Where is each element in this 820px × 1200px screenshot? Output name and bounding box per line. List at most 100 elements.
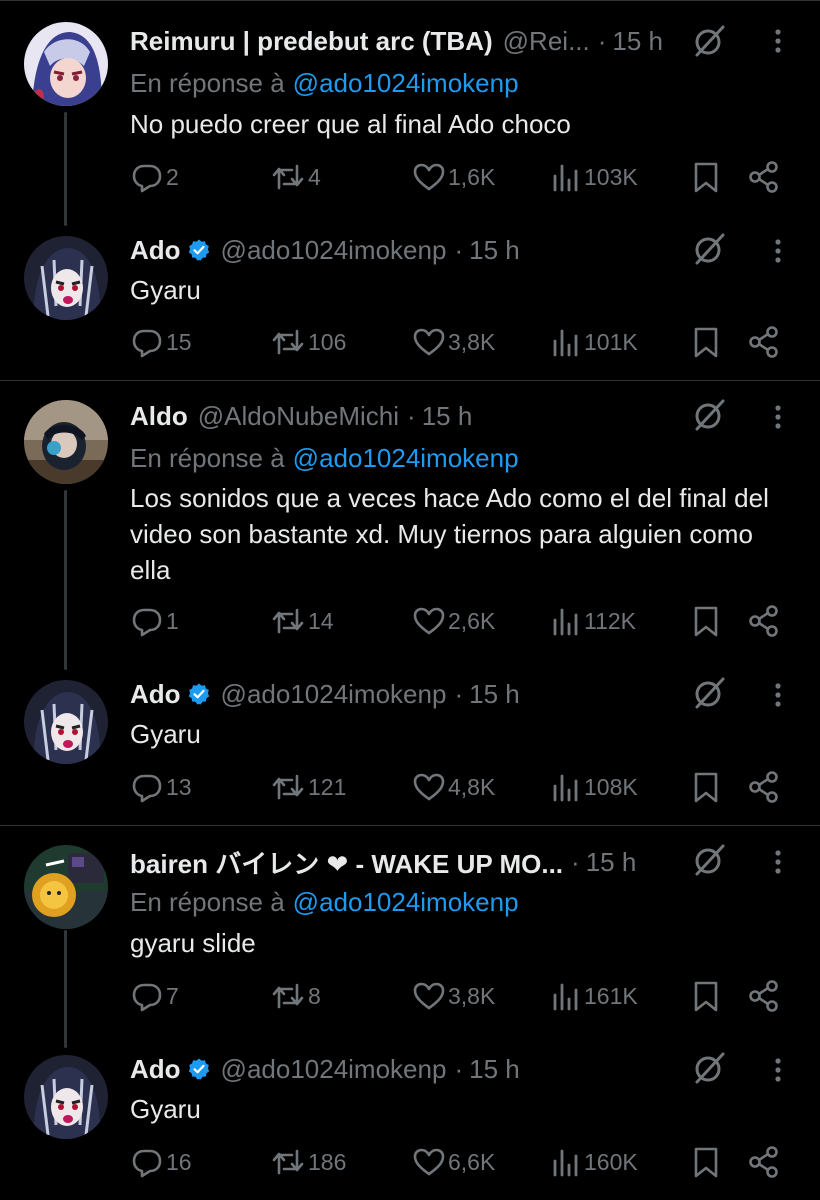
share-button[interactable] (748, 769, 780, 805)
user-handle[interactable]: @Rei... (503, 26, 590, 57)
more-vertical-icon[interactable] (766, 24, 790, 58)
replying-prefix: En réponse à (130, 443, 285, 473)
reply-mention-link[interactable]: @ado1024imokenp (293, 443, 519, 473)
tweet-header: Ado @ado1024imokenp · 15 h (130, 233, 700, 267)
like-button[interactable]: 6,6K (412, 1144, 495, 1180)
verified-badge-icon (188, 683, 209, 705)
grok-icon[interactable] (692, 398, 726, 432)
views-button[interactable]: 103K (550, 159, 638, 195)
timestamp[interactable]: 15 h (469, 1054, 520, 1085)
retweet-button[interactable]: 14 (270, 603, 334, 639)
like-count: 3,8K (448, 982, 496, 1009)
reply-mention-link[interactable]: @ado1024imokenp (293, 68, 519, 98)
more-vertical-icon[interactable] (766, 845, 790, 879)
retweet-arrows-icon (272, 608, 304, 634)
reply-count: 13 (166, 773, 192, 800)
grok-icon[interactable] (692, 24, 726, 58)
display-name[interactable]: Aldo (130, 401, 188, 432)
bookmark-button[interactable] (690, 159, 722, 195)
grok-icon[interactable] (692, 676, 726, 710)
timestamp[interactable]: 15 h (612, 26, 663, 57)
user-handle[interactable]: @ado1024imokenp (221, 679, 447, 710)
like-button[interactable]: 1,6K (412, 159, 495, 195)
views-button[interactable]: 160K (550, 1144, 638, 1180)
views-button[interactable]: 108K (550, 769, 638, 805)
avatar[interactable] (24, 845, 108, 929)
reply-button[interactable]: 7 (130, 978, 179, 1014)
more-vertical-icon[interactable] (766, 678, 790, 712)
bookmark-button[interactable] (690, 769, 722, 805)
share-button[interactable] (748, 603, 780, 639)
display-name[interactable]: Ado (130, 679, 181, 710)
retweet-button[interactable]: 4 (270, 159, 321, 195)
avatar[interactable] (24, 400, 108, 484)
views-count: 101K (584, 328, 638, 355)
user-handle[interactable]: @AldoNubeMichi (198, 401, 399, 432)
views-button[interactable]: 101K (550, 324, 638, 360)
views-button[interactable]: 161K (550, 978, 638, 1014)
reply-button[interactable]: 16 (130, 1144, 192, 1180)
bookmark-icon (694, 162, 718, 193)
share-icon (749, 980, 778, 1012)
bookmark-icon (694, 981, 718, 1012)
timestamp[interactable]: 15 h (422, 401, 473, 432)
user-handle[interactable]: @ado1024imokenp (221, 235, 447, 266)
avatar[interactable] (24, 22, 108, 106)
bookmark-button[interactable] (690, 978, 722, 1014)
retweet-button[interactable]: 186 (270, 1144, 346, 1180)
retweet-button[interactable]: 106 (270, 324, 346, 360)
avatar[interactable] (24, 1055, 108, 1139)
retweet-button[interactable]: 8 (270, 978, 321, 1014)
share-button[interactable] (748, 159, 780, 195)
tweet-actions: 1 14 2,6K 112K (130, 603, 790, 639)
verified-badge-icon (188, 239, 209, 261)
more-vertical-icon[interactable] (766, 234, 790, 268)
bookmark-button[interactable] (690, 603, 722, 639)
tweet-header: bairen バイレン ❤︎ - WAKE UP MO... · 15 h (130, 845, 700, 879)
grok-icon[interactable] (692, 1051, 726, 1085)
share-button[interactable] (748, 1144, 780, 1180)
heart-icon (413, 328, 445, 356)
display-name[interactable]: Ado (130, 235, 181, 266)
timestamp[interactable]: 15 h (469, 235, 520, 266)
timestamp[interactable]: 15 h (469, 679, 520, 710)
timestamp[interactable]: 15 h (586, 847, 637, 878)
retweet-arrows-icon (272, 983, 304, 1009)
separator-dot: · (454, 678, 464, 709)
display-name[interactable]: Reimuru | predebut arc (TBA) (130, 26, 493, 57)
reply-count: 2 (166, 163, 179, 190)
avatar[interactable] (24, 236, 108, 320)
like-button[interactable]: 4,8K (412, 769, 495, 805)
share-button[interactable] (748, 978, 780, 1014)
bookmark-button[interactable] (690, 1144, 722, 1180)
reply-button[interactable]: 1 (130, 603, 179, 639)
separator-dot: · (454, 234, 464, 265)
more-vertical-icon[interactable] (766, 1053, 790, 1087)
reply-button[interactable]: 13 (130, 769, 192, 805)
reply-mention-link[interactable]: @ado1024imokenp (293, 887, 519, 917)
retweet-arrows-icon (272, 164, 304, 190)
comment-bubble-icon (132, 329, 162, 358)
heart-icon (413, 1148, 445, 1176)
like-button[interactable]: 2,6K (412, 603, 495, 639)
views-button[interactable]: 112K (550, 603, 636, 639)
avatar[interactable] (24, 680, 108, 764)
grok-icon[interactable] (692, 232, 726, 266)
user-handle[interactable]: @ado1024imokenp (221, 1054, 447, 1085)
bookmark-icon (694, 606, 718, 637)
share-button[interactable] (748, 324, 780, 360)
more-vertical-icon[interactable] (766, 400, 790, 434)
display-name[interactable]: bairen バイレン ❤︎ - WAKE UP MO... (130, 844, 563, 881)
bookmark-button[interactable] (690, 324, 722, 360)
like-button[interactable]: 3,8K (412, 324, 495, 360)
retweet-button[interactable]: 121 (270, 769, 346, 805)
grok-icon[interactable] (692, 843, 726, 877)
like-button[interactable]: 3,8K (412, 978, 495, 1014)
like-count: 3,8K (448, 328, 496, 355)
views-count: 108K (584, 773, 638, 800)
display-name[interactable]: Ado (130, 1054, 181, 1085)
reply-button[interactable]: 15 (130, 324, 192, 360)
replying-to: En réponse à @ado1024imokenp (130, 443, 519, 474)
reply-count: 15 (166, 328, 192, 355)
reply-button[interactable]: 2 (130, 159, 179, 195)
